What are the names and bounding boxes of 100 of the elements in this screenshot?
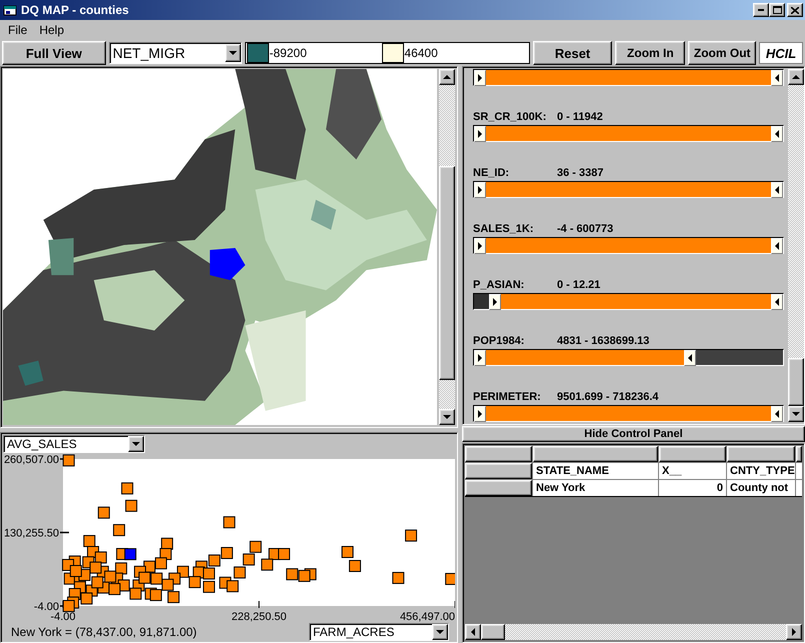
data-point[interactable] xyxy=(83,535,96,548)
slider-handle[interactable] xyxy=(489,294,502,310)
scrollbar-thumb[interactable] xyxy=(481,624,506,640)
slider-handle[interactable] xyxy=(771,406,783,422)
data-point[interactable] xyxy=(392,572,404,584)
data-point[interactable] xyxy=(108,583,121,596)
arrow-icon xyxy=(478,130,482,138)
slider-label: SALES_1K: xyxy=(473,223,535,235)
data-point[interactable] xyxy=(91,576,104,588)
corner-header[interactable] xyxy=(465,446,532,462)
data-point[interactable] xyxy=(94,551,107,564)
y-tick-label: 130,255.50 xyxy=(4,528,59,540)
scrollbar-thumb[interactable] xyxy=(439,166,455,380)
data-point[interactable] xyxy=(202,568,215,580)
range-slider[interactable] xyxy=(473,349,784,366)
data-point[interactable] xyxy=(202,580,215,593)
data-point[interactable] xyxy=(261,558,274,571)
slider-label: POP1984: xyxy=(473,335,526,347)
column-header[interactable] xyxy=(659,446,726,462)
data-point[interactable] xyxy=(298,570,310,582)
minimize-button[interactable] xyxy=(753,3,769,17)
slider-handle[interactable] xyxy=(474,350,486,366)
data-point[interactable] xyxy=(348,560,361,572)
data-point[interactable] xyxy=(130,588,142,600)
data-point[interactable] xyxy=(113,524,126,536)
data-point[interactable] xyxy=(405,530,418,542)
close-button[interactable] xyxy=(787,3,803,17)
data-point[interactable] xyxy=(90,562,102,574)
data-point[interactable] xyxy=(154,557,167,570)
data-point[interactable] xyxy=(62,454,75,466)
x-axis-dropdown[interactable]: FARM_ACRES xyxy=(309,623,449,641)
maximize-icon xyxy=(772,6,782,14)
data-point[interactable] xyxy=(220,547,233,559)
menu-item[interactable]: Help xyxy=(33,23,70,37)
data-point[interactable] xyxy=(80,592,93,604)
data-point[interactable] xyxy=(162,578,174,591)
data-point[interactable] xyxy=(250,540,262,553)
menu-item[interactable]: File xyxy=(2,23,34,37)
arrow-icon xyxy=(775,74,779,82)
data-point[interactable] xyxy=(125,500,138,512)
slider-handle[interactable] xyxy=(474,406,486,422)
maximize-button[interactable] xyxy=(769,3,785,17)
scroll-down-button[interactable] xyxy=(439,409,455,425)
data-point[interactable] xyxy=(234,566,246,578)
data-point[interactable] xyxy=(445,572,455,585)
slider-handle[interactable] xyxy=(771,70,783,86)
column-header[interactable] xyxy=(796,446,802,462)
data-point[interactable] xyxy=(150,589,162,602)
scroll-right-button[interactable] xyxy=(786,624,802,640)
slider-handle[interactable] xyxy=(474,70,486,86)
slider-label: P_ASIAN: xyxy=(473,279,526,291)
y-axis-dropdown[interactable]: AVG_SALES xyxy=(3,435,145,453)
scroll-up-button[interactable] xyxy=(439,69,455,85)
full-view-button[interactable]: Full View xyxy=(2,41,106,65)
slider-handle[interactable] xyxy=(771,294,783,310)
data-point[interactable] xyxy=(138,572,151,584)
row-header[interactable] xyxy=(465,463,532,479)
data-point[interactable] xyxy=(161,538,174,550)
data-point[interactable] xyxy=(342,546,354,558)
scroll-down-button[interactable] xyxy=(788,406,804,422)
slider-handle[interactable] xyxy=(771,238,783,254)
data-point[interactable] xyxy=(62,558,74,571)
attribute-dropdown[interactable]: NET_MIGR xyxy=(108,42,242,64)
data-point[interactable] xyxy=(278,548,290,560)
data-point[interactable] xyxy=(70,565,82,578)
data-point[interactable] xyxy=(208,554,220,567)
data-point[interactable] xyxy=(115,562,128,574)
slider-handle[interactable] xyxy=(474,126,486,142)
row-header[interactable] xyxy=(465,480,532,496)
y-tick-label: 260,507.00 xyxy=(4,454,59,466)
toolbar-button[interactable]: Zoom Out xyxy=(688,41,756,65)
scroll-left-button[interactable] xyxy=(465,624,481,640)
column-header[interactable] xyxy=(727,446,795,462)
data-point[interactable] xyxy=(98,506,110,519)
data-point[interactable] xyxy=(242,554,255,566)
data-point[interactable] xyxy=(104,570,116,583)
scroll-up-button[interactable] xyxy=(788,69,804,85)
scrollbar-thumb[interactable] xyxy=(788,358,804,406)
toolbar-button[interactable]: Reset xyxy=(532,41,612,65)
data-point[interactable] xyxy=(286,568,298,580)
data-point[interactable] xyxy=(160,548,172,560)
data-point[interactable] xyxy=(168,591,180,604)
data-point[interactable] xyxy=(121,482,134,494)
slider-handle[interactable] xyxy=(771,126,783,142)
slider-handle[interactable] xyxy=(771,182,783,198)
data-point[interactable] xyxy=(188,576,201,588)
hide-control-panel-button[interactable]: Hide Control Panel xyxy=(462,426,805,442)
data-point[interactable] xyxy=(223,516,236,528)
data-point[interactable] xyxy=(226,580,239,592)
data-point[interactable] xyxy=(150,572,163,585)
toolbar-button[interactable]: Zoom In xyxy=(615,41,686,65)
slider-handle[interactable] xyxy=(474,182,486,198)
minimize-icon xyxy=(758,9,764,11)
legend-value: -89200 xyxy=(269,46,308,60)
slider-handle[interactable] xyxy=(684,350,696,366)
column-header[interactable] xyxy=(533,446,658,462)
slider-handle[interactable] xyxy=(474,238,486,254)
data-point[interactable] xyxy=(124,548,136,560)
x-tick-label: -4.00 xyxy=(50,611,76,623)
data-point[interactable] xyxy=(87,546,100,558)
